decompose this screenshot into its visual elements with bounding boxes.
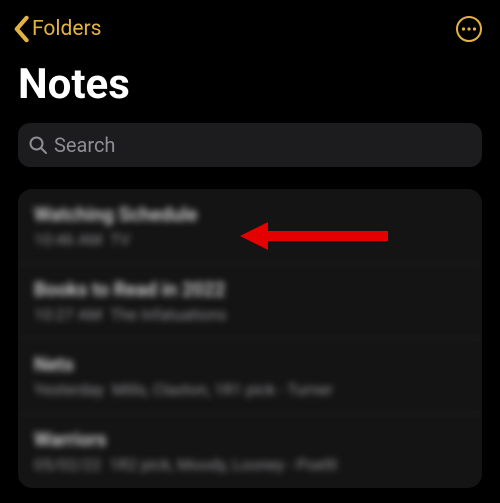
- note-title: Nets: [34, 353, 466, 376]
- notes-list: Watching Schedule 10:46 AM TV Books to R…: [18, 189, 482, 488]
- note-subtitle: 10:27 AM The Infatuations: [34, 305, 466, 324]
- chevron-left-icon: [12, 15, 30, 43]
- header-bar: Folders: [0, 0, 500, 50]
- note-item[interactable]: Books to Read in 2022 10:27 AM The Infat…: [18, 264, 482, 339]
- ellipsis-circle-icon: [455, 15, 483, 43]
- search-placeholder: Search: [54, 133, 115, 157]
- note-subtitle: Yesterday Mills, Claxton, 1R1 pick - Tur…: [34, 380, 466, 399]
- note-subtitle: 05/02/22 1R2 pick, Moody, Looney - Poelt…: [34, 455, 466, 474]
- search-icon: [28, 135, 48, 155]
- more-button[interactable]: [454, 14, 484, 44]
- note-title: Watching Schedule: [34, 203, 466, 226]
- note-item[interactable]: Watching Schedule 10:46 AM TV: [18, 189, 482, 264]
- note-item[interactable]: Nets Yesterday Mills, Claxton, 1R1 pick …: [18, 339, 482, 414]
- note-title: Books to Read in 2022: [34, 278, 466, 301]
- note-subtitle: 10:46 AM TV: [34, 230, 466, 249]
- back-label: Folders: [32, 17, 101, 41]
- note-title: Warriors: [34, 428, 466, 451]
- back-button[interactable]: Folders: [12, 15, 101, 43]
- search-input[interactable]: Search: [18, 123, 482, 167]
- page-title: Notes: [0, 50, 500, 123]
- note-item[interactable]: Warriors 05/02/22 1R2 pick, Moody, Loone…: [18, 414, 482, 488]
